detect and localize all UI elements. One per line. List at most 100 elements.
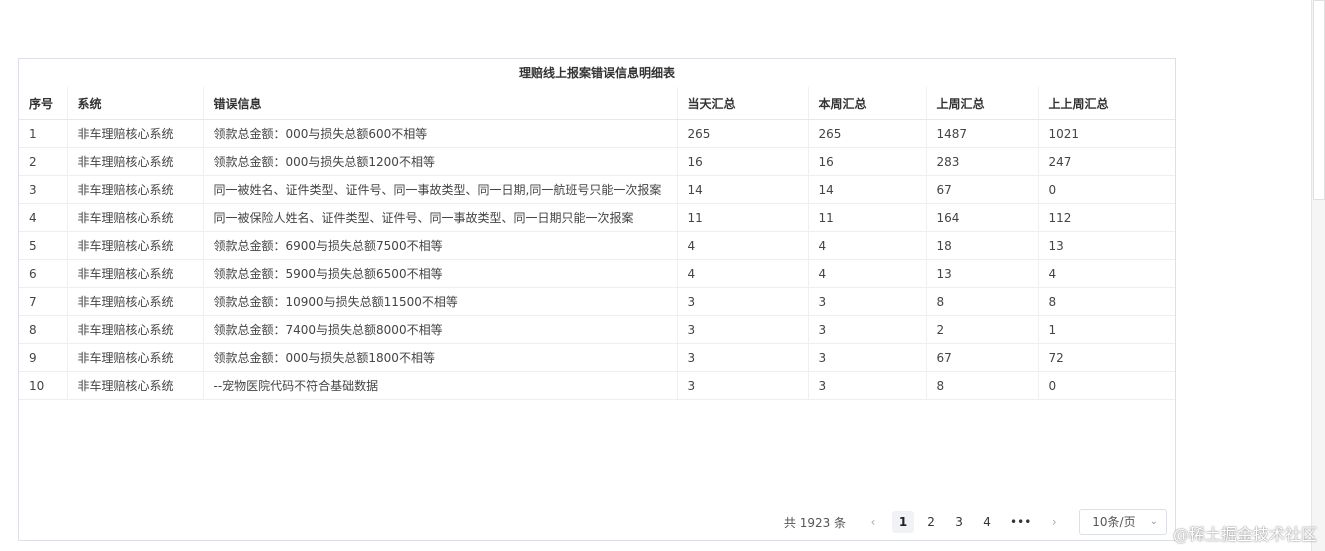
table-cell: 13 bbox=[926, 259, 1039, 288]
table-body: 1 非车理赔核心系统 领款总金额：000与损失总额600不相等 265 265 1487 1… bbox=[19, 119, 1175, 400]
page: 理赔线上报案错误信息明细表 序号 系统 错误信息 当天汇总 本周汇总 上周汇总 上上周汇总 … bbox=[0, 0, 1325, 551]
page-size-value: 10条/页 bbox=[1092, 515, 1136, 529]
prev-page-icon[interactable]: ‹ bbox=[862, 511, 884, 533]
table-cell: 1021 bbox=[1038, 119, 1175, 148]
table-cell: 2 bbox=[926, 315, 1039, 344]
table-cell: 11 bbox=[677, 203, 809, 232]
table-row: 5 非车理赔核心系统 领款总金额：6900与损失总额7500不相等 4 4 18 13 bbox=[19, 231, 1175, 260]
table-cell: --宠物医院代码不符合基础数据 bbox=[203, 371, 678, 400]
page-button-3[interactable]: 3 bbox=[948, 511, 970, 533]
table-cell: 8 bbox=[1038, 287, 1175, 316]
next-page-icon[interactable]: › bbox=[1043, 511, 1065, 533]
table-cell: 72 bbox=[1038, 343, 1175, 372]
table-row: 1 非车理赔核心系统 领款总金额：000与损失总额600不相等 265 265 1487 1… bbox=[19, 119, 1175, 148]
table-cell: 4 bbox=[808, 231, 927, 260]
table-cell: 领款总金额：000与损失总额1800不相等 bbox=[203, 343, 678, 372]
column-header: 上周汇总 bbox=[926, 87, 1039, 120]
table-row: 3 非车理赔核心系统 同一被姓名、证件类型、证件号、同一事故类型、同一日期,同一航班… bbox=[19, 175, 1175, 204]
table-cell: 3 bbox=[19, 175, 68, 204]
table-cell: 3 bbox=[808, 371, 927, 400]
table-cell: 领款总金额：7400与损失总额8000不相等 bbox=[203, 315, 678, 344]
table-cell: 3 bbox=[808, 287, 927, 316]
table-cell: 1 bbox=[19, 119, 68, 148]
page-button-2[interactable]: 2 bbox=[920, 511, 942, 533]
total-count: 共 1923 条 bbox=[783, 515, 847, 530]
column-header: 上上周汇总 bbox=[1038, 87, 1175, 120]
table-title: 理赔线上报案错误信息明细表 bbox=[518, 66, 675, 80]
table-cell: 非车理赔核心系统 bbox=[67, 147, 204, 176]
page-button-1[interactable]: 1 bbox=[892, 511, 915, 533]
table-cell: 9 bbox=[19, 343, 68, 372]
table-cell: 67 bbox=[926, 175, 1039, 204]
table-cell: 67 bbox=[926, 343, 1039, 372]
corner-watermark: @稀土掘金技术社区 bbox=[1172, 525, 1317, 544]
table-cell: 3 bbox=[677, 343, 809, 372]
table-cell: 3 bbox=[677, 371, 809, 400]
table-cell: 2 bbox=[19, 147, 68, 176]
table-row: 10 非车理赔核心系统 --宠物医院代码不符合基础数据 3 3 8 0 bbox=[19, 371, 1175, 400]
column-header: 系统 bbox=[67, 87, 204, 120]
column-header: 错误信息 bbox=[203, 87, 678, 120]
table-row: 4 非车理赔核心系统 同一被保险人姓名、证件类型、证件号、同一事故类型、同一日期只能… bbox=[19, 203, 1175, 232]
table-cell: 14 bbox=[808, 175, 927, 204]
table-cell: 7 bbox=[19, 287, 68, 316]
scrollbar-thumb[interactable] bbox=[1313, 0, 1325, 200]
table-cell: 1487 bbox=[926, 119, 1039, 148]
chevron-down-icon: ⌄ bbox=[1149, 516, 1158, 527]
table-cell: 6 bbox=[19, 259, 68, 288]
table-cell: 247 bbox=[1038, 147, 1175, 176]
table-row: 6 非车理赔核心系统 领款总金额：5900与损失总额6500不相等 4 4 13 4 bbox=[19, 259, 1175, 288]
table-cell: 4 bbox=[1038, 259, 1175, 288]
table-cell: 非车理赔核心系统 bbox=[67, 231, 204, 260]
vertical-scrollbar[interactable] bbox=[1311, 0, 1325, 551]
table-cell: 4 bbox=[19, 203, 68, 232]
more-pages-button[interactable]: ••• bbox=[1006, 511, 1035, 533]
table-cell: 164 bbox=[926, 203, 1039, 232]
table-cell: 0 bbox=[1038, 175, 1175, 204]
table-cell: 非车理赔核心系统 bbox=[67, 343, 204, 372]
table-cell: 非车理赔核心系统 bbox=[67, 287, 204, 316]
table-row: 7 非车理赔核心系统 领款总金额：10900与损失总额11500不相等 3 3 8 8 bbox=[19, 287, 1175, 316]
table-cell: 领款总金额：000与损失总额1200不相等 bbox=[203, 147, 678, 176]
table-cell: 非车理赔核心系统 bbox=[67, 175, 204, 204]
table-cell: 同一被保险人姓名、证件类型、证件号、同一事故类型、同一日期只能一次报案 bbox=[203, 203, 678, 232]
page-number-list: 1234 bbox=[892, 511, 998, 533]
error-detail-table: 序号 系统 错误信息 当天汇总 本周汇总 上周汇总 上上周汇总 1 非车理赔核心系统 领款总金额… bbox=[19, 87, 1175, 400]
table-cell: 4 bbox=[808, 259, 927, 288]
column-header: 本周汇总 bbox=[808, 87, 927, 120]
column-header: 序号 bbox=[19, 87, 68, 120]
table-cell: 112 bbox=[1038, 203, 1175, 232]
table-cell: 领款总金额：6900与损失总额7500不相等 bbox=[203, 231, 678, 260]
table-header-row: 序号 系统 错误信息 当天汇总 本周汇总 上周汇总 上上周汇总 bbox=[19, 87, 1175, 120]
table-cell: 3 bbox=[808, 343, 927, 372]
column-header: 当天汇总 bbox=[677, 87, 809, 120]
table-row: 8 非车理赔核心系统 领款总金额：7400与损失总额8000不相等 3 3 2 1 bbox=[19, 315, 1175, 344]
table-cell: 非车理赔核心系统 bbox=[67, 371, 204, 400]
table-cell: 8 bbox=[19, 315, 68, 344]
table-cell: 3 bbox=[808, 315, 927, 344]
table-cell: 265 bbox=[677, 119, 809, 148]
report-panel: 理赔线上报案错误信息明细表 序号 系统 错误信息 当天汇总 本周汇总 上周汇总 上上周汇总 … bbox=[18, 58, 1176, 541]
table-cell: 同一被姓名、证件类型、证件号、同一事故类型、同一日期,同一航班号只能一次报案 bbox=[203, 175, 678, 204]
pagination: 共 1923 条 ‹ 1234 ••• › 10条/页 ⌄ bbox=[783, 509, 1167, 535]
table-cell: 8 bbox=[926, 287, 1039, 316]
table-cell: 13 bbox=[1038, 231, 1175, 260]
table-cell: 283 bbox=[926, 147, 1039, 176]
table-cell: 领款总金额：10900与损失总额11500不相等 bbox=[203, 287, 678, 316]
page-size-select[interactable]: 10条/页 ⌄ bbox=[1079, 509, 1167, 535]
table-cell: 16 bbox=[677, 147, 809, 176]
table-cell: 5 bbox=[19, 231, 68, 260]
table-cell: 11 bbox=[808, 203, 927, 232]
table-cell: 3 bbox=[677, 315, 809, 344]
table-cell: 4 bbox=[677, 231, 809, 260]
table-cell: 18 bbox=[926, 231, 1039, 260]
table-cell: 非车理赔核心系统 bbox=[67, 203, 204, 232]
page-button-4[interactable]: 4 bbox=[976, 511, 998, 533]
table-cell: 0 bbox=[1038, 371, 1175, 400]
table-cell: 非车理赔核心系统 bbox=[67, 119, 204, 148]
table-cell: 16 bbox=[808, 147, 927, 176]
table-cell: 1 bbox=[1038, 315, 1175, 344]
table-cell: 领款总金额：000与损失总额600不相等 bbox=[203, 119, 678, 148]
table-cell: 4 bbox=[677, 259, 809, 288]
table-cell: 8 bbox=[926, 371, 1039, 400]
